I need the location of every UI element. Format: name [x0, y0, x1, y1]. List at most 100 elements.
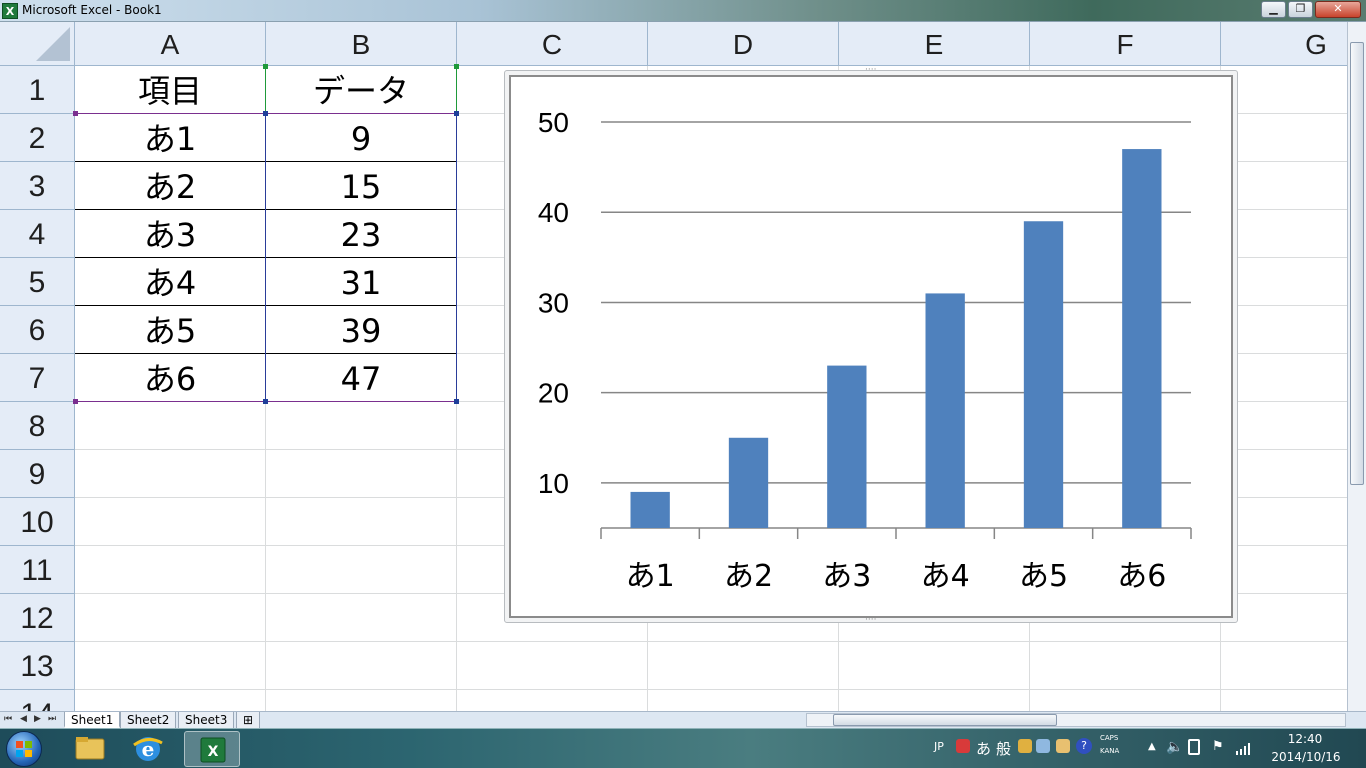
column-header-d[interactable]: D — [648, 22, 839, 66]
tab-sheet3[interactable]: Sheet3 — [178, 712, 235, 728]
row-header-6[interactable]: 6 — [0, 306, 75, 354]
cell-b3[interactable]: 15 — [266, 162, 456, 210]
cell-b4[interactable]: 23 — [266, 210, 456, 258]
y-tick-label: 50 — [538, 107, 569, 138]
row-header-11[interactable]: 11 — [0, 546, 75, 594]
row-header-12[interactable]: 12 — [0, 594, 75, 642]
vertical-scrollbar[interactable] — [1347, 22, 1366, 711]
row-header-5[interactable]: 5 — [0, 258, 75, 306]
bar — [1023, 221, 1064, 528]
ime-tools-icon[interactable] — [1018, 739, 1032, 753]
table-border — [456, 114, 457, 402]
close-button[interactable]: ✕ — [1315, 1, 1361, 18]
y-tick-label: 20 — [538, 378, 569, 409]
row-header-2[interactable]: 2 — [0, 114, 75, 162]
clock-time[interactable]: 12:40 — [1270, 732, 1340, 746]
excel-icon[interactable]: X — [184, 731, 240, 767]
excel-app-icon[interactable]: X — [2, 3, 18, 19]
clock-date[interactable]: 2014/10/16 — [1266, 750, 1346, 764]
select-all-corner[interactable] — [0, 22, 75, 66]
row-header-10[interactable]: 10 — [0, 498, 75, 546]
insert-sheet-icon[interactable]: ⊞ — [236, 712, 261, 728]
title-bar: X Microsoft Excel - Book1 ▁ ❐ ✕ — [0, 0, 1366, 22]
gridline — [75, 689, 1347, 690]
kana-indicator: KANA — [1100, 747, 1120, 755]
bar — [827, 365, 867, 528]
tab-sheet1[interactable]: Sheet1 — [64, 712, 121, 728]
svg-text:X: X — [208, 744, 219, 760]
ime-conversion-indicator[interactable]: 般 — [996, 738, 1011, 759]
bar — [630, 491, 670, 528]
x-tick-label: あ3 — [822, 559, 871, 594]
cell-a7[interactable]: あ6 — [75, 354, 265, 402]
row-header-4[interactable]: 4 — [0, 210, 75, 258]
bar — [925, 293, 965, 528]
row-header-14[interactable]: 14 — [0, 690, 75, 711]
row-header-8[interactable]: 8 — [0, 402, 75, 450]
resize-grip-icon[interactable]: ···· — [865, 65, 876, 75]
corner-triangle-icon — [36, 27, 70, 61]
x-tick-label: あ5 — [1019, 559, 1068, 594]
cell-a2[interactable]: あ1 — [75, 114, 265, 162]
next-sheet-icon[interactable]: ▶ — [34, 714, 41, 724]
cell-b5[interactable]: 31 — [266, 258, 456, 306]
sheet-tab-bar: ⏮ ◀ ▶ ⏭ Sheet1 Sheet2 Sheet3 ⊞ — [0, 711, 1366, 728]
y-tick-label: 30 — [538, 287, 569, 318]
language-indicator[interactable]: JP — [934, 740, 944, 753]
column-header-e[interactable]: E — [839, 22, 1030, 66]
volume-icon[interactable]: 🔈 — [1166, 739, 1183, 755]
cell-b7[interactable]: 47 — [266, 354, 456, 402]
ime-icon[interactable] — [956, 739, 970, 753]
start-button[interactable] — [6, 731, 42, 767]
row-header-3[interactable]: 3 — [0, 162, 75, 210]
column-header-b[interactable]: B — [266, 22, 457, 66]
minimize-button[interactable]: ▁ — [1261, 1, 1286, 18]
windows-logo-icon — [16, 741, 32, 757]
help-icon[interactable]: ? — [1076, 738, 1092, 754]
x-tick-label: あ6 — [1117, 559, 1166, 594]
gridline — [75, 641, 1347, 642]
internet-explorer-icon[interactable]: e — [120, 731, 176, 767]
restore-button[interactable]: ❐ — [1288, 1, 1313, 18]
column-header-a[interactable]: A — [75, 22, 266, 66]
x-tick-label: あ4 — [921, 559, 970, 594]
cell-a5[interactable]: あ4 — [75, 258, 265, 306]
cell-a4[interactable]: あ3 — [75, 210, 265, 258]
action-center-flag-icon[interactable]: ⚑ — [1212, 739, 1224, 754]
cell-b6[interactable]: 39 — [266, 306, 456, 354]
row-header-1[interactable]: 1 — [0, 66, 75, 114]
show-hidden-icons-icon[interactable]: ▲ — [1148, 741, 1156, 752]
column-header-g[interactable]: G — [1221, 22, 1347, 66]
column-header-c[interactable]: C — [457, 22, 648, 66]
spreadsheet-grid[interactable]: A B C D E F G 1 2 3 4 5 6 7 8 9 10 11 12… — [0, 22, 1347, 711]
y-tick-label: 40 — [538, 197, 569, 228]
horizontal-scroll-thumb[interactable] — [833, 714, 1057, 726]
cell-b2[interactable]: 9 — [266, 114, 456, 162]
column-header-f[interactable]: F — [1030, 22, 1221, 66]
tab-sheet2[interactable]: Sheet2 — [120, 712, 177, 728]
chart-area[interactable]: 10 20 30 40 50 あ1 あ2 あ3 あ4 あ5 あ6 — [509, 75, 1233, 618]
cell-a6[interactable]: あ5 — [75, 306, 265, 354]
cell-b1[interactable]: データ — [266, 66, 456, 114]
row-header-7[interactable]: 7 — [0, 354, 75, 402]
chart-object[interactable]: ···· ···· 10 20 30 40 50 あ1 あ2 あ3 あ4 あ5 あ6 — [504, 65, 1238, 625]
vertical-scroll-thumb[interactable] — [1350, 42, 1364, 485]
power-icon[interactable] — [1188, 739, 1200, 755]
row-header-9[interactable]: 9 — [0, 450, 75, 498]
first-sheet-icon[interactable]: ⏮ — [4, 714, 12, 724]
network-signal-icon[interactable] — [1236, 741, 1252, 755]
cell-a1[interactable]: 項目 — [75, 66, 265, 114]
taskbar: e X JP あ 般 ? CAPS KANA ▲ 🔈 ⚑ 12:40 2014/… — [0, 728, 1366, 768]
cell-a3[interactable]: あ2 — [75, 162, 265, 210]
explorer-icon[interactable] — [62, 731, 118, 767]
last-sheet-icon[interactable]: ⏭ — [48, 714, 56, 724]
ime-mode-indicator[interactable]: あ — [976, 738, 991, 759]
prev-sheet-icon[interactable]: ◀ — [20, 714, 27, 724]
horizontal-scrollbar[interactable] — [806, 713, 1346, 727]
ime-dictionary-icon[interactable] — [1056, 739, 1070, 753]
x-tick-label: あ1 — [626, 559, 675, 594]
series-name-border — [456, 66, 457, 113]
ime-pad-icon[interactable] — [1036, 739, 1050, 753]
row-header-13[interactable]: 13 — [0, 642, 75, 690]
caps-indicator: CAPS — [1100, 734, 1119, 742]
